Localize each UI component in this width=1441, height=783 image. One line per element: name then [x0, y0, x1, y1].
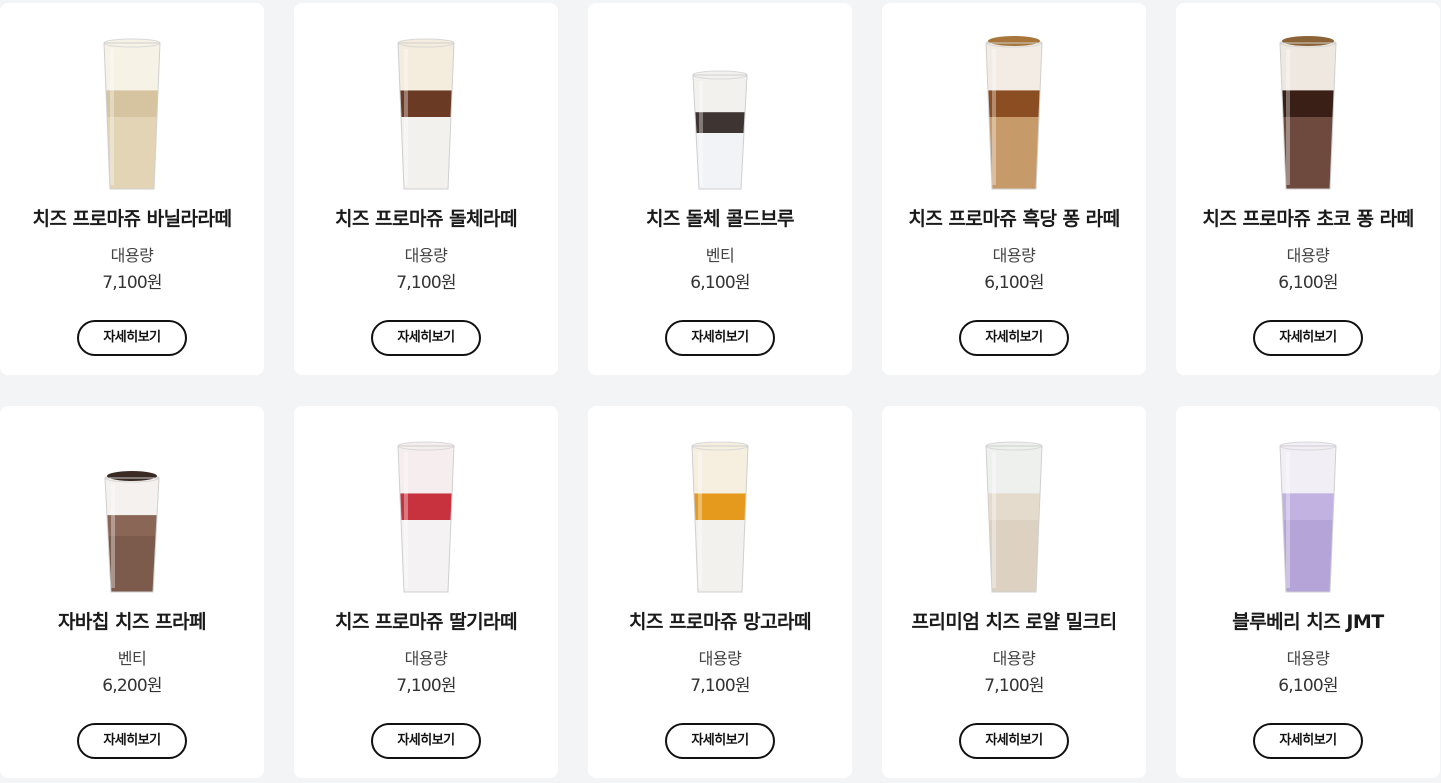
product-card[interactable]: 치즈 프로마쥬 초코 퐁 라떼대용량 6,100원자세히보기: [1176, 3, 1440, 375]
view-details-button[interactable]: 자세히보기: [77, 320, 187, 356]
product-size: 대용량: [1286, 246, 1330, 265]
drink-cup-icon: [1279, 441, 1337, 593]
product-image[interactable]: [588, 25, 852, 191]
product-price: 6,100원: [1278, 676, 1338, 696]
product-card[interactable]: 치즈 프로마쥬 돌체라떼대용량 7,100원자세히보기: [294, 3, 558, 375]
drink-cup-icon: [397, 38, 455, 190]
product-price: 7,100원: [984, 676, 1044, 696]
drink-cup-icon: [985, 36, 1043, 190]
view-details-button[interactable]: 자세히보기: [371, 320, 481, 356]
product-size: 대용량: [404, 649, 448, 668]
drink-cup-icon: [103, 38, 161, 190]
product-image[interactable]: [294, 25, 558, 191]
product-image[interactable]: [0, 428, 264, 594]
product-image[interactable]: [1176, 25, 1440, 191]
product-price: 6,100원: [690, 273, 750, 293]
product-size: 벤티: [705, 246, 735, 265]
product-grid: 치즈 프로마쥬 바닐라라떼 대용량 7,100원 자세히보기 치즈 프로마쥬 돌체라떼 대…: [0, 0, 1441, 783]
view-details-button[interactable]: 자세히보기: [665, 723, 775, 759]
view-details-button[interactable]: 자세히보기: [1253, 723, 1363, 759]
drink-cup-icon: [397, 441, 455, 593]
product-image[interactable]: [882, 25, 1146, 191]
view-details-button[interactable]: 자세히보기: [959, 723, 1069, 759]
view-details-button[interactable]: 자세히보기: [371, 723, 481, 759]
product-card[interactable]: 블루베리 치즈 JMT 대용량 6,100원자세히보기: [1176, 406, 1440, 778]
product-price: 6,100원: [984, 273, 1044, 293]
product-name: 프리미엄 치즈 로얄 밀크티: [911, 611, 1117, 633]
product-name: 블루베리 치즈 JMT: [1232, 611, 1384, 633]
product-card[interactable]: 치즈 프로마쥬 망고라떼대용량 7,100원자세히보기: [588, 406, 852, 778]
product-card[interactable]: 치즈 프로마쥬 딸기라떼대용량 7,100원자세히보기: [294, 406, 558, 778]
product-size: 대용량: [1286, 649, 1330, 668]
product-size: 대용량: [698, 649, 742, 668]
product-price: 7,100원: [102, 273, 162, 293]
product-size: 대용량: [404, 246, 448, 265]
product-name: 치즈 프로마쥬 돌체라떼: [334, 208, 518, 230]
drink-cup-icon: [692, 70, 748, 190]
product-size: 벤티: [117, 649, 147, 668]
view-details-button[interactable]: 자세히보기: [1253, 320, 1363, 356]
drink-cup-icon: [691, 441, 749, 593]
product-price: 6,100원: [1278, 273, 1338, 293]
view-details-button[interactable]: 자세히보기: [665, 320, 775, 356]
view-details-button[interactable]: 자세히보기: [77, 723, 187, 759]
view-details-button[interactable]: 자세히보기: [959, 320, 1069, 356]
product-card[interactable]: 치즈 프로마쥬 바닐라라떼대용량 7,100원자세히보기: [0, 3, 264, 375]
product-price: 6,200원: [102, 676, 162, 696]
product-name: 치즈 프로마쥬 바닐라라떼: [32, 208, 232, 230]
product-price: 7,100원: [396, 273, 456, 293]
product-name: 치즈 프로마쥬 흑당 퐁 라떼: [908, 208, 1120, 230]
product-image[interactable]: [882, 428, 1146, 594]
drink-cup-icon: [985, 441, 1043, 593]
product-size: 대용량: [992, 246, 1036, 265]
product-size: 대용량: [110, 246, 154, 265]
product-price: 7,100원: [396, 676, 456, 696]
product-card[interactable]: 프리미엄 치즈 로얄 밀크티대용량 7,100원자세히보기: [882, 406, 1146, 778]
product-card[interactable]: 자바칩 치즈 프라페벤티 6,200원자세히보기: [0, 406, 264, 778]
product-image[interactable]: [1176, 428, 1440, 594]
product-card[interactable]: 치즈 프로마쥬 흑당 퐁 라떼대용량 6,100원자세히보기: [882, 3, 1146, 375]
drink-cup-icon: [1279, 36, 1337, 190]
product-name: 자바칩 치즈 프라페: [57, 611, 207, 633]
drink-cup-icon: [104, 471, 160, 593]
product-card[interactable]: 치즈 돌체 콜드브루벤티 6,100원자세히보기: [588, 3, 852, 375]
product-image[interactable]: [294, 428, 558, 594]
product-image[interactable]: [0, 25, 264, 191]
product-name: 치즈 돌체 콜드브루: [645, 208, 795, 230]
product-name: 치즈 프로마쥬 망고라떼: [628, 611, 812, 633]
product-name: 치즈 프로마쥬 딸기라떼: [334, 611, 518, 633]
product-price: 7,100원: [690, 676, 750, 696]
product-image[interactable]: [588, 428, 852, 594]
product-size: 대용량: [992, 649, 1036, 668]
product-name: 치즈 프로마쥬 초코 퐁 라떼: [1202, 208, 1414, 230]
